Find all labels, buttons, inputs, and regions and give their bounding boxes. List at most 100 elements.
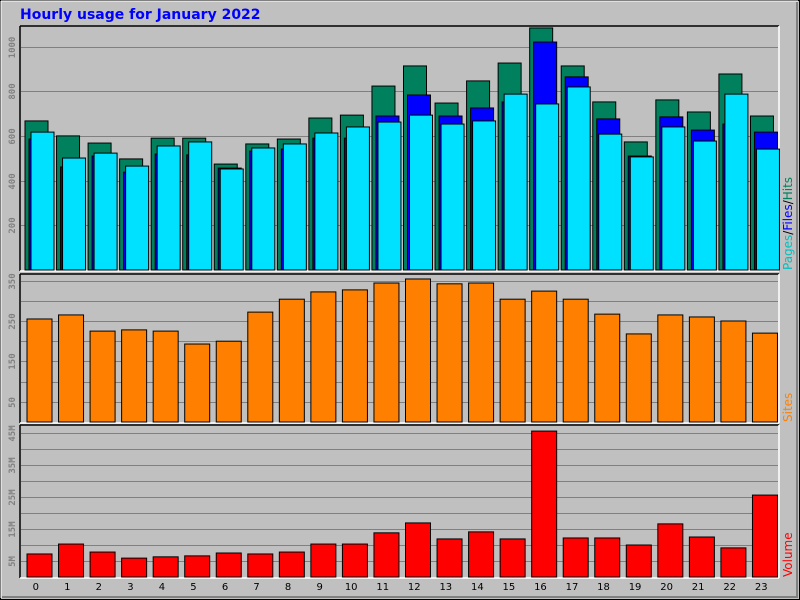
bar-pages-5 [188,141,213,271]
bar-volume-16 [531,430,558,578]
side-label-sites: Sites [781,393,795,422]
x-tick-label: 16 [534,582,547,593]
x-tick-label: 23 [755,582,768,593]
bar-pages-19 [629,156,654,271]
bar-sites-22 [720,320,747,423]
y-tick-label: 400 [8,173,18,189]
bar-volume-2 [89,551,116,578]
bar-pages-3 [125,165,150,271]
bar-sites-20 [657,314,684,423]
bar-pages-22 [724,93,749,271]
x-tick-label: 5 [190,582,196,593]
x-tick-label: 14 [471,582,484,593]
bar-volume-10 [341,543,368,578]
bar-sites-16 [531,290,558,423]
bar-pages-23 [755,148,780,271]
bar-sites-4 [152,330,179,423]
side-label-part: Files [781,204,795,230]
panel-sites: 50 150 250 350 Sites [8,273,795,424]
bar-volume-0 [26,553,53,578]
bar-pages-14 [472,120,497,271]
bar-volume-11 [373,532,400,578]
bar-pages-2 [93,152,118,271]
side-label-pages-files-hits: Pages/Files/Hits [781,177,795,270]
x-tick-label: 22 [723,582,736,593]
x-tick-label: 13 [439,582,452,593]
bar-pages-13 [440,123,465,271]
bar-pages-20 [661,126,686,271]
bar-pages-17 [566,86,591,271]
x-tick-label: 0 [33,582,39,593]
bar-sites-0 [26,318,53,423]
y-tick-label: 1000 [8,37,18,59]
x-tick-label: 15 [503,582,516,593]
bar-sites-9 [310,291,337,423]
bar-sites-13 [436,283,463,423]
bar-volume-1 [58,543,85,578]
bar-pages-7 [251,147,276,271]
bar-sites-2 [89,330,116,423]
chart-panels: 200 400 600 800 1000 Pages/Files/Hits 50 150 250… [8,25,795,579]
bar-sites-23 [751,332,778,423]
bar-pages-1 [62,157,87,271]
y-tick-label: 800 [8,83,18,99]
chart-title: Hourly usage for January 2022 [20,7,261,23]
y-tick-label: 50 [8,397,18,408]
x-tick-label: 18 [597,582,610,593]
bar-sites-12 [405,278,431,423]
bar-pages-8 [282,143,307,271]
bar-volume-14 [468,531,495,578]
y-tick-label: 600 [8,128,18,144]
bar-volume-4 [152,556,179,578]
bar-pages-6 [219,168,244,271]
x-tick-label: 21 [692,582,705,593]
x-tick-label: 9 [316,582,322,593]
bar-pages-10 [345,126,370,271]
x-tick-label: 8 [285,582,291,593]
bar-volume-18 [594,537,621,578]
bar-volume-20 [657,523,684,578]
bar-sites-19 [625,333,652,423]
bar-pages-12 [409,114,433,271]
x-tick-label: 11 [376,582,389,593]
x-tick-label: 1 [64,582,70,593]
side-label-part: Hits [781,177,795,200]
hourly-usage-chart: Hourly usage for January 2022 200 400 600 8… [0,0,800,600]
bar-pages-16 [535,103,560,271]
bar-sites-10 [341,289,368,423]
bar-pages-18 [598,133,623,271]
panel-volume: 5M 15M 25M 35M 45M Volume [8,424,795,579]
bar-volume-12 [405,522,431,578]
bar-volume-19 [625,544,652,578]
side-label-volume: Volume [781,532,795,577]
bar-volume-5 [184,555,211,578]
bar-pages-11 [377,121,402,271]
y-tick-label: 150 [8,353,18,369]
y-tick-label: 25M [8,489,18,506]
bar-volume-8 [278,551,305,578]
x-tick-label: 3 [127,582,133,593]
y-tick-label: 5M [8,556,18,567]
bar-volume-22 [720,547,747,578]
y-tick-label: 45M [8,425,18,442]
bar-volume-23 [751,494,778,578]
bar-sites-6 [215,340,242,423]
x-tick-label: 12 [408,582,421,593]
bar-volume-6 [215,552,242,578]
x-tick-label: 6 [222,582,228,593]
bar-volume-7 [247,553,274,578]
x-tick-label: 17 [566,582,579,593]
bar-sites-15 [499,298,526,423]
bar-pages-9 [314,132,339,271]
panel-pages-files-hits: 200 400 600 800 1000 Pages/Files/Hits [8,25,795,272]
bar-pages-0 [30,131,55,271]
bar-sites-17 [562,298,589,423]
y-tick-label: 200 [8,217,18,233]
bar-volume-21 [688,536,715,578]
side-label-part: Volume [781,532,795,577]
bar-sites-5 [184,343,211,423]
bar-volume-15 [499,538,526,578]
bar-pages-15 [503,93,528,271]
bar-sites-3 [121,329,148,423]
bar-sites-14 [468,282,495,423]
